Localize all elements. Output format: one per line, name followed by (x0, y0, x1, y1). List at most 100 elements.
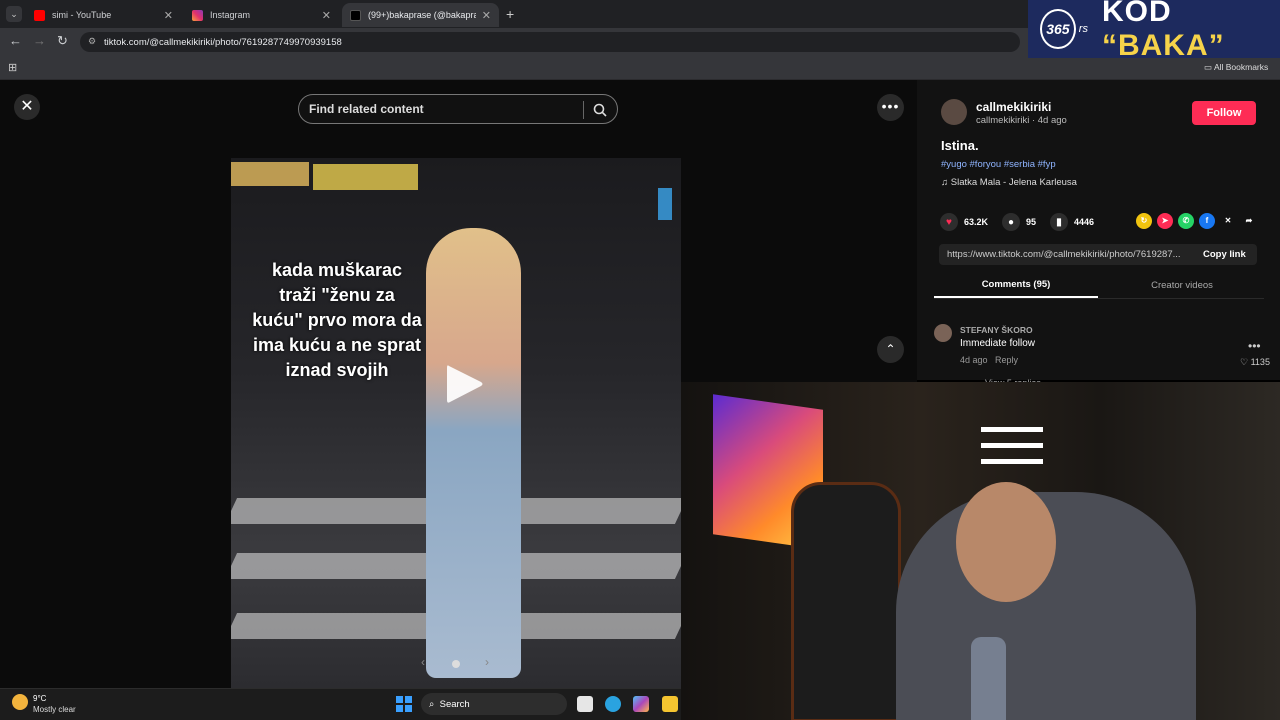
reply-button[interactable]: Reply (995, 355, 1018, 365)
weather-condition[interactable]: Mostly clear (33, 705, 76, 714)
prev-photo-icon[interactable]: ‹ (421, 655, 425, 669)
windows-start-icon[interactable] (396, 696, 412, 712)
avatar[interactable] (941, 99, 967, 125)
post-photo[interactable]: ‹ › (231, 158, 681, 688)
more-options-button[interactable]: ••• (877, 94, 904, 121)
comment-button[interactable]: ● 95 (1002, 213, 1036, 231)
tab-comments[interactable]: Comments (95) (934, 279, 1098, 298)
search-icon: ⌕ (429, 698, 440, 710)
tab-creator-videos[interactable]: Creator videos (1100, 280, 1264, 291)
weather-icon[interactable] (12, 694, 28, 710)
comment-meta: 4d ago Reply (960, 355, 1018, 365)
comment-avatar[interactable] (934, 324, 952, 342)
next-photo-icon[interactable]: › (485, 655, 489, 669)
tab-youtube[interactable]: simi - YouTube ✕ (26, 3, 181, 27)
shop-sign (231, 162, 309, 186)
apps-grid-icon[interactable]: ⊞ (8, 61, 17, 74)
gaming-chair (791, 482, 901, 720)
forward-icon[interactable]: → (33, 33, 46, 48)
comment-more-icon[interactable]: ••• (1248, 339, 1261, 353)
tab-instagram[interactable]: Instagram ✕ (184, 3, 339, 27)
save-count: 4446 (1074, 217, 1095, 227)
streamer-head (956, 482, 1056, 602)
previous-post-button[interactable]: ⌃ (877, 336, 904, 363)
search-placeholder: Find related content (309, 102, 424, 116)
comment-icon: ● (1002, 213, 1020, 231)
site-info-icon[interactable]: ⚙ (88, 36, 96, 47)
search-icon[interactable] (593, 103, 607, 117)
promo-code-value: “BAKA” (1101, 29, 1225, 62)
comment-like-count: 1135 (1250, 357, 1270, 367)
like-count: 63.2K (964, 217, 989, 227)
url-text: tiktok.com/@callmekikiriki/photo/7619287… (104, 36, 342, 48)
facebook-icon[interactable]: f (1199, 213, 1215, 229)
tiktok-icon (350, 9, 361, 21)
author-username[interactable]: callmekikiriki (976, 100, 1051, 114)
close-icon[interactable]: ✕ (482, 9, 491, 22)
ceiling-lights (981, 427, 1043, 475)
reload-icon[interactable]: ↻ (57, 33, 68, 49)
comment-text: Immediate follow (960, 338, 1036, 349)
tab-label: Instagram (210, 10, 251, 20)
brand-number: 365 (1046, 21, 1070, 37)
close-viewer-button[interactable]: ✕ (14, 94, 40, 120)
youtube-icon (34, 9, 45, 21)
file-explorer-icon[interactable] (662, 696, 678, 712)
comment-age: 4d ago (960, 355, 988, 365)
back-icon[interactable]: ← (9, 33, 22, 48)
follow-button[interactable]: Follow (1192, 101, 1256, 125)
tab-label: (99+)bakaprase (@bakaprase) | (368, 10, 476, 20)
promo-code: KOD “BAKA” (1102, 0, 1280, 63)
copy-link-button[interactable]: Copy link (1203, 249, 1246, 260)
x-icon[interactable]: ✕ (1220, 213, 1236, 229)
stream-brand-overlay: 365 rs KOD “BAKA” (1028, 0, 1280, 62)
taskbar-search-label: Search (439, 698, 470, 710)
send-icon[interactable]: ➤ (1157, 213, 1173, 229)
close-icon[interactable]: ✕ (322, 9, 331, 22)
music-title: Slatka Mala - Jelena Karleusa (950, 177, 1077, 188)
music-note-icon: ♫ (941, 177, 951, 188)
shop-sign (313, 164, 418, 190)
task-view-icon[interactable] (577, 696, 593, 712)
comment-like-button[interactable]: ♡ 1135 (1240, 357, 1270, 368)
promo-code-label: KOD (1101, 0, 1172, 28)
folder-icon: ▭ (1204, 62, 1214, 72)
taskbar-search[interactable]: ⌕ Search (421, 693, 567, 715)
photo-caption: kada muškarac traži "ženu za kuću" prvo … (252, 260, 422, 380)
comment-count: 95 (1026, 217, 1037, 227)
share-link-text: https://www.tiktok.com/@callmekikiriki/p… (947, 249, 1181, 260)
save-button[interactable]: ▮ 4446 (1050, 213, 1094, 231)
crosswalk-sign (658, 188, 672, 220)
repost-icon[interactable]: ↻ (1136, 213, 1152, 229)
brand-logo: 365 (1040, 9, 1076, 49)
tab-search-icon[interactable]: ⌄ (6, 6, 22, 22)
weather-temperature[interactable]: 9°C (33, 694, 46, 703)
carousel-dot[interactable] (452, 660, 460, 668)
play-icon[interactable] (443, 362, 485, 406)
heart-outline-icon: ♡ (1240, 357, 1249, 367)
address-bar[interactable]: ⚙ tiktok.com/@callmekikiriki/photo/76192… (80, 32, 1020, 52)
music-link[interactable]: ♫ Slatka Mala - Jelena Karleusa (941, 177, 1077, 188)
tab-label: simi - YouTube (52, 10, 112, 20)
close-icon[interactable]: ✕ (164, 9, 173, 22)
whatsapp-icon[interactable]: ✆ (1178, 213, 1194, 229)
tab-divider (934, 298, 1264, 299)
edge-icon[interactable] (605, 696, 621, 712)
all-bookmarks-label: All Bookmarks (1213, 62, 1269, 72)
search-input[interactable]: Find related content (298, 94, 618, 124)
search-divider (583, 101, 584, 119)
webcam-overlay (681, 382, 1280, 720)
bookmark-icon: ▮ (1050, 213, 1068, 231)
person-figure (426, 228, 521, 678)
tab-tiktok[interactable]: (99+)bakaprase (@bakaprase) | ✕ (342, 3, 499, 27)
post-hashtags[interactable]: #yugo #foryou #serbia #fyp (941, 159, 1056, 170)
new-tab-button[interactable]: + (506, 6, 514, 22)
comment-author[interactable]: STEFANY ŠKORO (960, 325, 1033, 335)
like-button[interactable]: ♥ 63.2K (940, 213, 988, 231)
brand-suffix: rs (1078, 23, 1088, 35)
copilot-icon[interactable] (633, 696, 649, 712)
author-subtitle: callmekikiriki · 4d ago (976, 115, 1067, 126)
heart-icon: ♥ (940, 213, 958, 231)
share-arrow-icon[interactable]: ➦ (1241, 213, 1257, 229)
all-bookmarks[interactable]: ▭ All Bookmarks (1204, 62, 1268, 73)
